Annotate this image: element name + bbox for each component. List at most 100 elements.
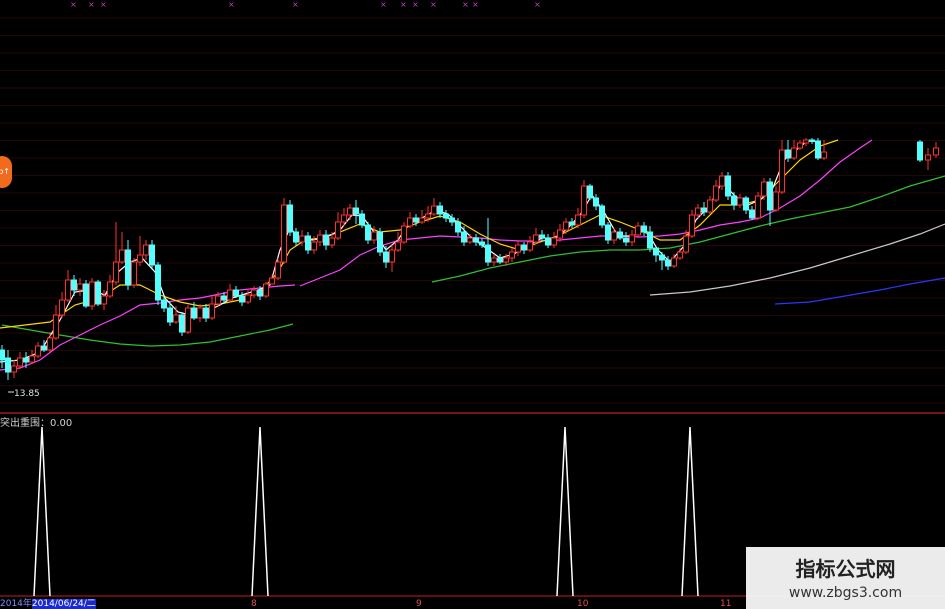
candle	[197, 304, 203, 322]
candle	[47, 332, 53, 352]
candle	[545, 234, 551, 248]
candle	[761, 178, 767, 200]
candle-body	[251, 289, 257, 296]
candle	[647, 226, 653, 252]
candle-body	[77, 283, 83, 291]
candlesticks	[0, 138, 939, 380]
ma60b-line	[431, 175, 945, 283]
candle-body	[707, 199, 713, 213]
candle	[53, 305, 59, 340]
candle-body	[635, 225, 641, 236]
candle	[137, 236, 143, 266]
candle-body	[401, 225, 407, 243]
candle-body	[767, 181, 773, 211]
candle-body	[623, 237, 629, 243]
candle-body	[545, 237, 551, 246]
candle	[797, 140, 803, 150]
candle	[317, 230, 323, 246]
candle	[125, 240, 131, 290]
candle-body	[197, 307, 203, 319]
candle	[179, 312, 185, 336]
candle-body	[689, 214, 695, 237]
candle	[17, 352, 23, 368]
candle-body	[515, 244, 521, 253]
candle-body	[605, 224, 611, 241]
candle-body	[143, 244, 149, 256]
candle	[599, 204, 605, 228]
candle	[155, 262, 161, 305]
candle-body	[335, 221, 341, 239]
indicator-label: 突出重围：0.00	[0, 418, 73, 429]
candle-body	[581, 185, 587, 216]
candle-body	[233, 289, 239, 297]
candle-body	[917, 141, 923, 161]
candle	[23, 352, 29, 368]
candle-body	[695, 207, 701, 216]
candle	[725, 172, 731, 200]
candle-body	[539, 234, 545, 239]
candle	[323, 230, 329, 250]
candle-body	[365, 224, 371, 241]
candle-body	[647, 231, 653, 249]
candle-body	[209, 303, 215, 319]
candle-body	[395, 241, 401, 251]
candle-body	[311, 241, 317, 251]
candle	[653, 247, 659, 262]
candle-body	[371, 231, 377, 241]
candle-body	[779, 149, 785, 193]
year-label: 2014年	[0, 599, 32, 609]
candle	[593, 194, 599, 210]
candle-body	[383, 251, 389, 263]
candle-body	[5, 357, 11, 373]
candle	[143, 240, 149, 260]
candle-body	[191, 307, 197, 319]
kline-chart: × × × × × × × × × × × ×	[0, 0, 945, 597]
candle-body	[413, 217, 419, 223]
top-marker: ×	[462, 0, 469, 9]
candle-body	[71, 279, 77, 291]
candle	[35, 342, 41, 358]
top-marker: ×	[88, 0, 95, 9]
top-marker: ×	[228, 0, 235, 9]
top-marker: ×	[70, 0, 77, 9]
candle-body	[449, 217, 455, 223]
candle	[587, 184, 593, 200]
candle-body	[0, 349, 5, 361]
candle-body	[263, 283, 269, 297]
candle-body	[137, 254, 143, 263]
candle-body	[419, 217, 425, 223]
candle	[925, 148, 931, 170]
candle-body	[257, 289, 263, 297]
candle-body	[83, 283, 89, 307]
candle	[641, 222, 647, 236]
candle-body	[557, 229, 563, 239]
selected-date[interactable]: 2014/06/24/二	[31, 599, 96, 609]
candle-body	[503, 257, 509, 263]
candle	[569, 218, 575, 228]
candle	[773, 186, 779, 212]
candle-body	[17, 357, 23, 367]
candle-body	[785, 149, 791, 159]
candle	[467, 234, 473, 244]
candle	[689, 210, 695, 238]
candle-body	[521, 244, 527, 251]
indicator-signals	[33, 426, 699, 597]
candle-body	[617, 231, 623, 239]
date-axis-label: 2014年2014/06/24/二	[0, 599, 96, 609]
candle	[473, 234, 479, 246]
candle-body	[125, 249, 131, 286]
candle	[767, 178, 773, 226]
candle-body	[281, 204, 287, 263]
candle-body	[35, 345, 41, 357]
candle	[755, 192, 761, 220]
signal-badge[interactable]: b↑	[0, 156, 12, 188]
candle	[407, 212, 413, 228]
signal-spike	[681, 426, 699, 597]
candle	[521, 242, 527, 254]
candle-body	[569, 221, 575, 226]
candle-body	[791, 147, 797, 159]
candle	[659, 252, 665, 270]
candle-body	[485, 244, 491, 263]
candle-body	[389, 249, 395, 263]
candle-body	[641, 225, 647, 233]
